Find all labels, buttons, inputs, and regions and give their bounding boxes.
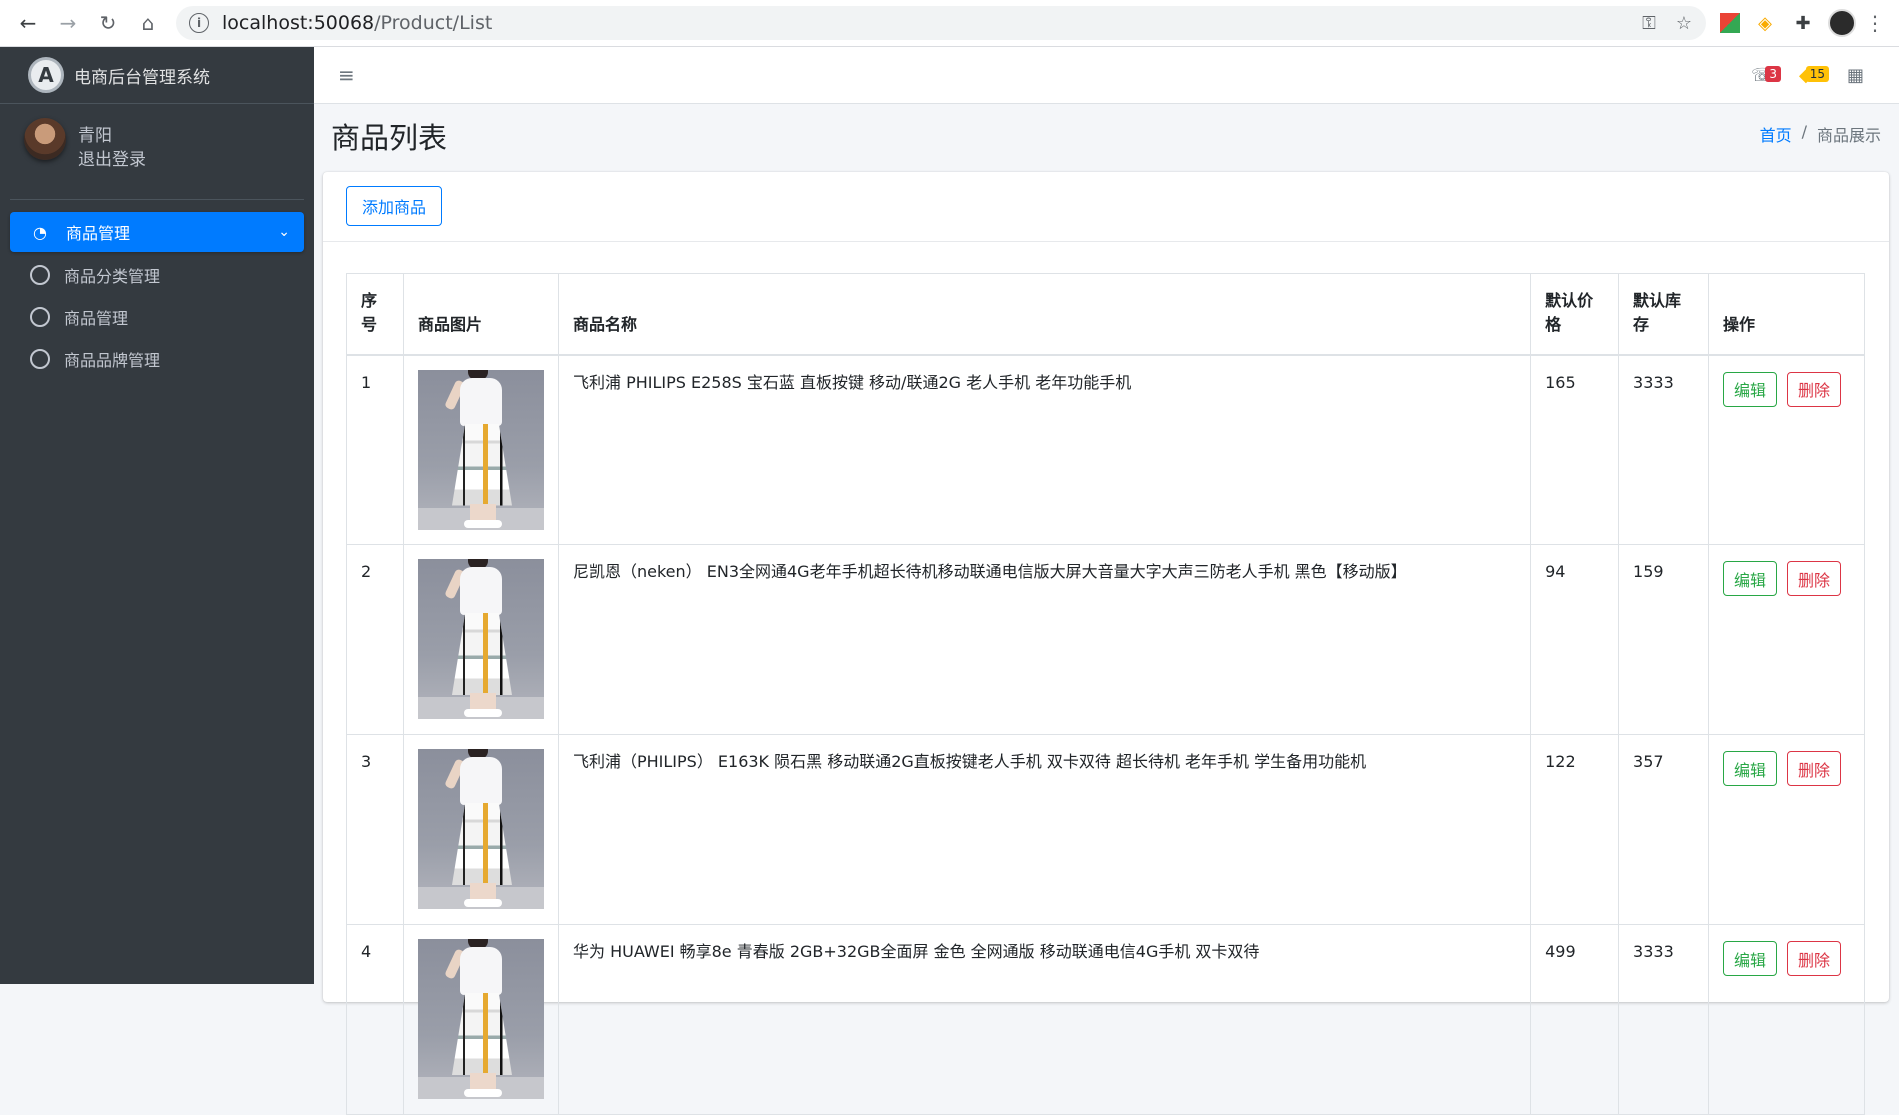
- sidebar-item-brand-management[interactable]: 商品品牌管理: [10, 338, 304, 380]
- column-header-image: 商品图片: [402, 273, 559, 356]
- product-table: 序号 商品图片 商品名称 默认价格 默认库存 操作 1 飞利浦 PHILIPS …: [346, 273, 1865, 1115]
- url-text[interactable]: localhost:50068/Product/List: [222, 12, 492, 34]
- browser-menu-icon[interactable]: ⋮: [1865, 10, 1885, 36]
- sidebar-item-label: 商品管理: [64, 309, 129, 328]
- chevron-down-icon: ⌄: [278, 224, 290, 240]
- reload-icon[interactable]: ↻: [88, 3, 128, 43]
- product-price: 165: [1530, 354, 1620, 545]
- avatar: [24, 118, 66, 160]
- edit-button[interactable]: 编辑: [1723, 941, 1778, 976]
- sidebar-menu: ◔ 商品管理 ⌄ 商品分类管理 商品管理 商品品牌管理: [0, 200, 314, 380]
- dashboard-gauge-icon: ◔: [33, 222, 47, 242]
- edit-button[interactable]: 编辑: [1723, 371, 1778, 407]
- table-row: 3 飞利浦（PHILIPS） E163K 陨石黑 移动联通2G直板按键老人手机 …: [346, 734, 1865, 925]
- product-price: 94: [1530, 544, 1620, 735]
- forward-icon[interactable]: →: [48, 3, 88, 43]
- row-index: 3: [346, 734, 404, 925]
- sidebar-item-label: 商品管理: [66, 224, 131, 243]
- card-header: 添加商品: [323, 172, 1889, 242]
- product-stock: 3333: [1618, 354, 1710, 545]
- table-row: 2 尼凯恩（neken） EN3全网通4G老年手机超长待机移动联通电信版大屏大音…: [346, 544, 1865, 735]
- column-header-price: 默认价格: [1530, 273, 1620, 356]
- sidebar-item-label: 商品分类管理: [64, 267, 161, 286]
- edit-button[interactable]: 编辑: [1723, 561, 1778, 596]
- site-info-icon[interactable]: i: [189, 13, 209, 33]
- column-header-index: 序号: [346, 273, 404, 356]
- notifications-button[interactable]: ◆ 15: [1799, 65, 1829, 87]
- row-index: 1: [346, 354, 404, 545]
- column-header-stock: 默认库存: [1618, 273, 1710, 356]
- product-image: [417, 559, 544, 719]
- key-icon[interactable]: ⚿: [1642, 13, 1656, 34]
- top-navbar: ≡ ☏ 3 ◆ 15 ▦: [314, 47, 1899, 104]
- delete-button[interactable]: 删除: [1787, 751, 1842, 786]
- add-product-button[interactable]: 添加商品: [346, 186, 443, 226]
- delete-button[interactable]: 删除: [1787, 941, 1842, 976]
- product-stock: 3333: [1618, 924, 1710, 1115]
- product-price: 122: [1530, 734, 1620, 925]
- row-index: 4: [346, 924, 404, 1115]
- bookmark-star-icon[interactable]: ☆: [1676, 13, 1692, 34]
- product-name: 尼凯恩（neken） EN3全网通4G老年手机超长待机移动联通电信版大屏大音量大…: [557, 544, 1532, 735]
- hamburger-menu-icon[interactable]: ≡: [338, 63, 355, 87]
- profile-avatar[interactable]: [1828, 9, 1856, 37]
- breadcrumb: 首页 / 商品展示: [1760, 122, 1881, 146]
- circle-icon: [30, 307, 50, 327]
- logout-link[interactable]: 退出登录: [78, 148, 146, 172]
- sidebar-item-goods-management[interactable]: 商品管理: [10, 296, 304, 338]
- circle-icon: [30, 349, 50, 369]
- column-header-name: 商品名称: [557, 273, 1532, 356]
- sidebar-item-category-management[interactable]: 商品分类管理: [10, 254, 304, 296]
- breadcrumb-current: 商品展示: [1816, 126, 1881, 145]
- product-stock: 159: [1618, 544, 1710, 735]
- sidebar-item-product-management[interactable]: ◔ 商品管理 ⌄: [10, 212, 304, 252]
- product-name: 飞利浦 PHILIPS E258S 宝石蓝 直板按键 移动/联通2G 老人手机 …: [557, 354, 1532, 545]
- messages-badge: 3: [1765, 66, 1781, 82]
- product-name: 飞利浦（PHILIPS） E163K 陨石黑 移动联通2G直板按键老人手机 双卡…: [557, 734, 1532, 925]
- row-index: 2: [346, 544, 404, 735]
- back-icon[interactable]: ←: [8, 3, 48, 43]
- breadcrumb-home-link[interactable]: 首页: [1760, 122, 1792, 146]
- product-card: 添加商品 序号 商品图片 商品名称 默认价格 默认库存 操作 1 飞利浦 PHI…: [323, 172, 1889, 1115]
- apps-grid-button[interactable]: ▦: [1847, 65, 1873, 87]
- brand-logo: A: [28, 57, 64, 93]
- grid-icon: ▦: [1847, 65, 1865, 86]
- delete-button[interactable]: 删除: [1787, 561, 1842, 596]
- user-name[interactable]: 青阳: [78, 124, 146, 148]
- brand-text: 电商后台管理系统: [74, 67, 210, 88]
- edit-button[interactable]: 编辑: [1723, 751, 1778, 786]
- product-image: [417, 369, 544, 530]
- brand-link[interactable]: A 电商后台管理系统: [0, 47, 314, 104]
- column-header-actions: 操作: [1708, 273, 1865, 356]
- extension-colorful-icon[interactable]: [1720, 13, 1740, 33]
- table-row: 1 飞利浦 PHILIPS E258S 宝石蓝 直板按键 移动/联通2G 老人手…: [346, 354, 1865, 545]
- table-row: 4 华为 HUAWEI 畅享8e 青春版 2GB+32GB全面屏 金色 全网通版…: [346, 924, 1865, 1115]
- product-name: 华为 HUAWEI 畅享8e 青春版 2GB+32GB全面屏 金色 全网通版 移…: [557, 924, 1532, 1115]
- product-price: 499: [1530, 924, 1620, 1115]
- delete-button[interactable]: 删除: [1787, 371, 1842, 407]
- product-image: [417, 749, 544, 909]
- home-icon[interactable]: ⌂: [128, 3, 168, 43]
- product-image: [417, 939, 544, 1099]
- browser-toolbar: ← → ↻ ⌂ i localhost:50068/Product/List ⚿…: [0, 0, 1899, 47]
- address-bar[interactable]: i localhost:50068/Product/List ⚿ ☆: [176, 6, 1706, 40]
- circle-icon: [30, 265, 50, 285]
- messages-button[interactable]: ☏ 3: [1751, 65, 1781, 87]
- breadcrumb-separator: /: [1801, 122, 1807, 141]
- sidebar: A 电商后台管理系统 青阳 退出登录 ◔ 商品管理 ⌄ 商品分类管理 商品管理 …: [0, 47, 314, 984]
- extension-shield-icon[interactable]: ◈: [1752, 10, 1778, 36]
- product-stock: 357: [1618, 734, 1710, 925]
- extensions-puzzle-icon[interactable]: ✚: [1790, 10, 1816, 36]
- page-title: 商品列表: [331, 121, 448, 155]
- user-panel: 青阳 退出登录: [10, 104, 304, 200]
- sidebar-item-label: 商品品牌管理: [64, 351, 161, 370]
- notifications-badge: 15: [1805, 66, 1829, 82]
- table-header-row: 序号 商品图片 商品名称 默认价格 默认库存 操作: [346, 273, 1865, 356]
